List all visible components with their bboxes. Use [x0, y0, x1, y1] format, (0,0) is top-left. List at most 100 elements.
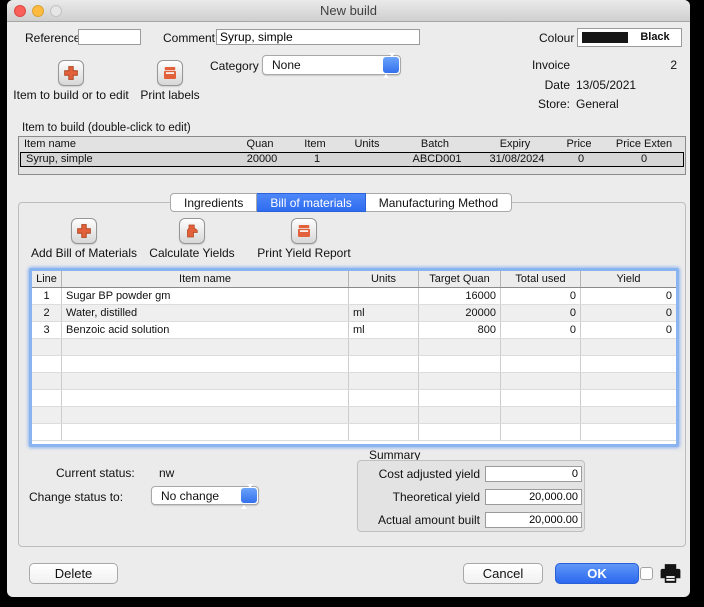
invoice-value: 2 [607, 58, 677, 72]
bill-of-materials-panel: Add Bill of Materials Calculate Yields P… [18, 202, 686, 547]
current-status-label: Current status: [56, 466, 135, 480]
printer-icon[interactable] [157, 60, 183, 86]
category-label: Category [210, 59, 259, 73]
add-cross-icon[interactable] [71, 218, 97, 244]
col-header: Units [349, 271, 419, 287]
cell-price: 0 [557, 153, 605, 166]
cost-adjusted-yield-input[interactable] [485, 466, 582, 482]
table-row[interactable]: Syrup, simple 20000 1 ABCD001 31/08/2024… [20, 152, 684, 167]
tab-ingredients[interactable]: Ingredients [170, 193, 257, 212]
cell-total-used: 0 [501, 305, 581, 321]
table-row-empty [32, 339, 676, 356]
cell-batch: ABCD001 [397, 153, 477, 166]
reference-label: Reference [25, 31, 80, 45]
col-header: Expiry [475, 137, 555, 152]
calculate-yields-button[interactable]: Calculate Yields [132, 218, 252, 260]
print-icon[interactable] [658, 561, 683, 591]
cell-units: ml [349, 322, 419, 338]
theoretical-yield-label: Theoretical yield [358, 489, 480, 505]
add-cross-icon[interactable] [58, 60, 84, 86]
store-value: General [576, 97, 619, 111]
cost-adjusted-yield-label: Cost adjusted yield [358, 466, 480, 482]
col-header: Batch [395, 137, 475, 152]
cell-line: 2 [32, 305, 62, 321]
col-header: Line [32, 271, 62, 287]
build-table-caption: Item to build (double-click to edit) [22, 122, 191, 134]
print-yield-report-button-label: Print Yield Report [242, 247, 366, 260]
comment-input[interactable] [216, 29, 420, 45]
cell-quan: 20000 [231, 153, 293, 166]
cell-target-quan: 16000 [419, 288, 501, 304]
cancel-button[interactable]: Cancel [463, 563, 543, 584]
cell-line: 1 [32, 288, 62, 304]
print-yield-report-button[interactable]: Print Yield Report [242, 218, 366, 260]
cell-item-name: Benzoic acid solution [62, 322, 349, 338]
col-header: Target Quan [419, 271, 501, 287]
build-table-header: Item name Quan Item Units Batch Expiry P… [19, 137, 685, 152]
colour-picker-button[interactable]: Black [577, 28, 682, 47]
table-row-empty [32, 356, 676, 373]
actual-amount-built-label: Actual amount built [358, 512, 480, 528]
col-header: Item name [62, 271, 349, 287]
col-header: Units [339, 137, 395, 152]
tab-bill-of-materials[interactable]: Bill of materials [257, 193, 365, 212]
close-button-icon[interactable] [14, 5, 26, 17]
calculate-yields-button-label: Calculate Yields [132, 247, 252, 260]
print-checkbox[interactable] [640, 567, 653, 580]
cell-yield: 0 [581, 305, 676, 321]
colour-value: Black [630, 29, 680, 46]
dropdown-stepper-icon [383, 57, 399, 73]
dropdown-stepper-icon [241, 488, 257, 503]
ok-button[interactable]: OK [555, 563, 639, 584]
current-status-value: nw [159, 466, 174, 480]
invoice-label: Invoice [512, 58, 570, 72]
cell-units [341, 153, 397, 166]
tab-manufacturing-method[interactable]: Manufacturing Method [366, 193, 512, 212]
cell-expiry: 31/08/2024 [477, 153, 557, 166]
title-bar[interactable]: New build [7, 0, 690, 22]
add-bom-button-label: Add Bill of Materials [19, 247, 149, 260]
cell-units [349, 288, 419, 304]
store-label: Store: [512, 97, 570, 111]
cell-total-used: 0 [501, 288, 581, 304]
bom-table[interactable]: Line Item name Units Target Quan Total u… [29, 268, 679, 447]
date-value: 13/05/2021 [576, 78, 636, 92]
col-header: Price [555, 137, 603, 152]
col-header: Quan [229, 137, 291, 152]
table-row-empty [32, 407, 676, 424]
cell-total-used: 0 [501, 322, 581, 338]
cell-price-exten: 0 [605, 153, 683, 166]
actual-amount-built-input[interactable] [485, 512, 582, 528]
cell-target-quan: 800 [419, 322, 501, 338]
comment-label: Comment [163, 31, 215, 45]
col-header: Price Exten [603, 137, 685, 152]
cell-target-quan: 20000 [419, 305, 501, 321]
printer-icon[interactable] [291, 218, 317, 244]
calculate-yields-icon[interactable] [179, 218, 205, 244]
window-title: New build [7, 0, 690, 22]
reference-input[interactable] [78, 29, 141, 45]
bom-table-header: Line Item name Units Target Quan Total u… [32, 271, 676, 288]
cell-yield: 0 [581, 288, 676, 304]
table-row[interactable]: 3 Benzoic acid solution ml 800 0 0 [32, 322, 676, 339]
table-row-empty [32, 373, 676, 390]
change-status-dropdown[interactable]: No change [151, 486, 259, 505]
date-label: Date [512, 78, 570, 92]
col-header: Item name [19, 137, 229, 152]
table-row[interactable]: 1 Sugar BP powder gm 16000 0 0 [32, 288, 676, 305]
cell-item-name: Water, distilled [62, 305, 349, 321]
cell-item: 1 [293, 153, 341, 166]
theoretical-yield-input[interactable] [485, 489, 582, 505]
cell-yield: 0 [581, 322, 676, 338]
new-build-window: New build Reference Comment Colour Black… [7, 0, 690, 597]
minimize-button-icon[interactable] [32, 5, 44, 17]
add-bom-button[interactable]: Add Bill of Materials [19, 218, 149, 260]
category-dropdown[interactable]: None [262, 55, 401, 75]
print-labels-button[interactable]: Print labels [126, 60, 214, 102]
colour-label: Colour [539, 31, 574, 45]
colour-swatch [582, 32, 628, 43]
change-status-label: Change status to: [29, 490, 123, 504]
table-row[interactable]: 2 Water, distilled ml 20000 0 0 [32, 305, 676, 322]
delete-button[interactable]: Delete [29, 563, 118, 584]
item-to-build-button[interactable]: Item to build or to edit [11, 60, 131, 102]
